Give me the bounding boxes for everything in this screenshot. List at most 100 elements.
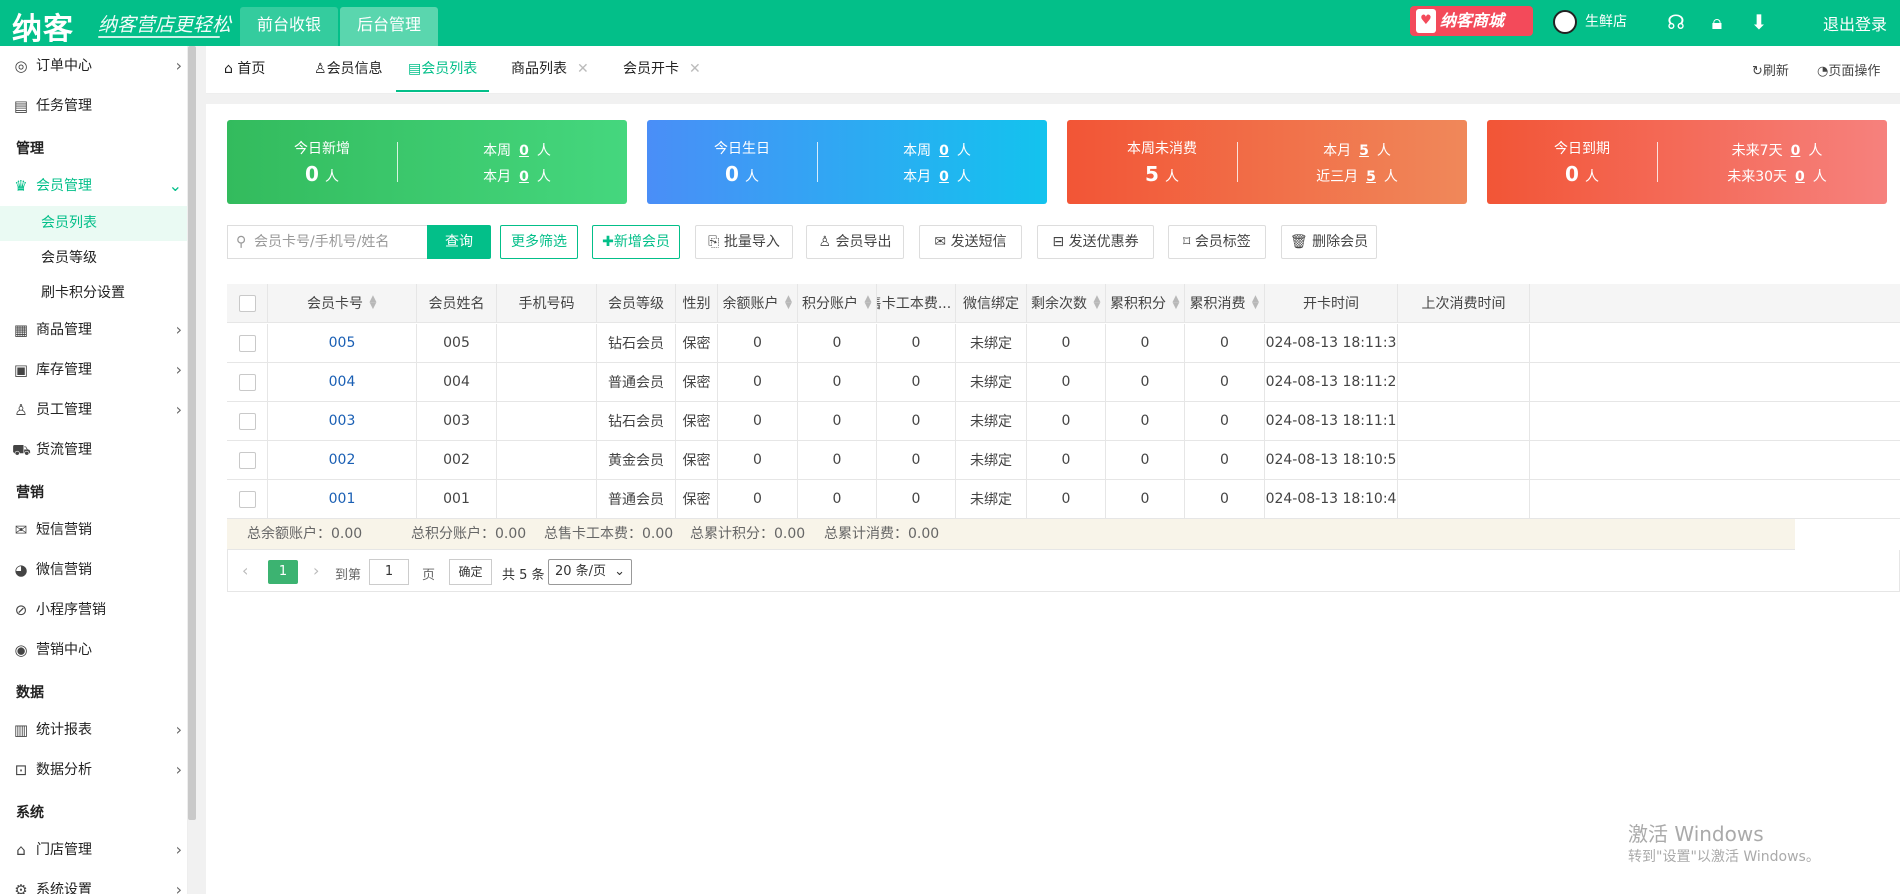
- trash-icon: 🗑︎: [1289, 234, 1313, 250]
- table-cell: 0: [798, 363, 877, 401]
- card-row-value[interactable]: 5: [1359, 143, 1369, 159]
- column-header[interactable]: 累积消费 ▲ ▼: [1185, 284, 1265, 322]
- next-page-icon[interactable]: ›: [313, 561, 319, 580]
- page-1-button[interactable]: 1: [268, 560, 298, 584]
- sidebar-item-wechat[interactable]: ◕ 微信营销: [0, 552, 187, 588]
- add-member-button[interactable]: ✚新增会员: [592, 225, 680, 259]
- sidebar-item-sms[interactable]: ✉ 短信营销: [0, 512, 187, 548]
- windows-activation-watermark: 激活 Windows: [1628, 822, 1764, 846]
- table-cell: 0: [718, 363, 798, 401]
- member-card-link[interactable]: 001: [329, 491, 356, 507]
- page-ops-button[interactable]: ◔页面操作: [1817, 60, 1880, 79]
- sidebar-sub-member-levels[interactable]: 会员等级: [0, 241, 187, 276]
- member-card-link[interactable]: 004: [329, 374, 356, 390]
- sort-icon[interactable]: ▲ ▼: [369, 295, 377, 311]
- sidebar-sub-member-list[interactable]: 会员列表: [0, 206, 187, 241]
- sidebar-item-stores[interactable]: ⌂ 门店管理 ›: [0, 832, 187, 868]
- search-input[interactable]: ⚲ 会员卡号/手机号/姓名: [227, 225, 427, 259]
- goto-confirm-button[interactable]: 确定: [449, 559, 492, 585]
- sidebar-item-marketing-center[interactable]: ◉ 营销中心: [0, 632, 187, 668]
- page-unit-label: 页: [422, 568, 436, 583]
- slogan: 纳客营店更轻松: [98, 14, 232, 36]
- mall-button[interactable]: ♥ 纳客商城: [1410, 6, 1533, 36]
- column-header[interactable]: 累积积分 ▲ ▼: [1106, 284, 1185, 322]
- page-number-input[interactable]: 1: [369, 559, 409, 585]
- sidebar-sub-card-points[interactable]: 刷卡积分设置: [0, 276, 187, 311]
- column-header[interactable]: 剩余次数 ▲ ▼: [1027, 284, 1106, 322]
- page-size-select[interactable]: 20 条/页 ⌄: [548, 559, 632, 585]
- row-checkbox[interactable]: [238, 373, 256, 391]
- sidebar-item-reports[interactable]: ▥ 统计报表 ›: [0, 712, 187, 748]
- row-checkbox[interactable]: [238, 412, 256, 430]
- cell-value: 0: [832, 413, 842, 429]
- sidebar-item-orders[interactable]: ◎ 订单中心 ›: [0, 48, 187, 84]
- refresh-button[interactable]: ↻刷新: [1752, 60, 1789, 79]
- query-button[interactable]: 查询: [427, 225, 491, 259]
- card-divider: [1657, 142, 1658, 182]
- sort-icon[interactable]: ▲ ▼: [785, 295, 793, 311]
- sidebar-item-members[interactable]: ♛ 会员管理 ⌄: [0, 168, 187, 204]
- truck-icon: ⛟: [12, 441, 31, 459]
- card-row-value[interactable]: 0: [939, 169, 949, 185]
- tab-label: 会员开卡: [623, 61, 679, 77]
- batch-import-button[interactable]: ⎘ 批量导入: [695, 225, 793, 259]
- headset-icon[interactable]: ☊: [1665, 11, 1687, 33]
- sidebar-item-tasks[interactable]: ▤ 任务管理: [0, 88, 187, 124]
- sidebar-item-staff[interactable]: ♙ 员工管理 ›: [0, 392, 187, 428]
- row-checkbox[interactable]: [238, 451, 256, 469]
- column-header[interactable]: 售卡工本费...▲▼: [877, 284, 956, 322]
- column-header[interactable]: 余额账户 ▲ ▼: [718, 284, 798, 322]
- member-card-link[interactable]: 003: [329, 413, 356, 429]
- column-header[interactable]: 会员卡号 ▲ ▼: [268, 284, 417, 322]
- nav-backend[interactable]: 后台管理: [340, 7, 439, 46]
- sort-icon[interactable]: ▲ ▼: [1093, 295, 1101, 311]
- sort-icon[interactable]: ▲ ▼: [1172, 295, 1180, 311]
- more-filter-button[interactable]: 更多筛选: [500, 225, 578, 259]
- sidebar-scrollbar[interactable]: [188, 46, 196, 820]
- sidebar-item-inventory[interactable]: ▣ 库存管理 ›: [0, 352, 187, 388]
- table-cell: 0: [798, 402, 877, 440]
- tab-product-list[interactable]: 商品列表 ✕: [499, 46, 601, 92]
- logout-link[interactable]: 退出登录: [1823, 11, 1887, 35]
- sidebar-item-products[interactable]: ▦ 商品管理 ›: [0, 312, 187, 348]
- card-row-value[interactable]: 5: [1366, 169, 1376, 185]
- send-coupon-button[interactable]: ⊟ 发送优惠券: [1037, 225, 1154, 259]
- card-row-value[interactable]: 0: [519, 143, 529, 159]
- sort-icon[interactable]: ▲ ▼: [864, 295, 872, 311]
- card-count: 0人: [647, 162, 837, 186]
- member-card-link[interactable]: 005: [329, 335, 356, 351]
- target-icon: ◉: [14, 641, 28, 659]
- column-header[interactable]: 积分账户 ▲ ▼: [798, 284, 877, 322]
- card-row-value[interactable]: 0: [939, 143, 949, 159]
- table-cell: [497, 441, 597, 479]
- card-row-value[interactable]: 0: [1791, 143, 1801, 159]
- user-menu[interactable]: 生鲜店: [1553, 9, 1627, 35]
- column-header-label: 微信绑定: [963, 296, 1019, 312]
- tab-member-list[interactable]: ▤会员列表: [396, 46, 490, 92]
- sidebar-item-miniapp[interactable]: ⊘ 小程序营销: [0, 592, 187, 628]
- row-checkbox[interactable]: [238, 490, 256, 508]
- close-icon[interactable]: ✕: [689, 61, 701, 77]
- delete-member-button[interactable]: 🗑︎ 删除会员: [1281, 225, 1377, 259]
- row-checkbox[interactable]: [238, 334, 256, 352]
- tab-member-open-card[interactable]: 会员开卡 ✕: [611, 46, 713, 92]
- member-card-link[interactable]: 002: [329, 452, 356, 468]
- card-row-value[interactable]: 0: [519, 169, 529, 185]
- card-row-value[interactable]: 0: [1795, 169, 1805, 185]
- nav-frontdesk[interactable]: 前台收银: [240, 7, 339, 46]
- send-sms-button[interactable]: ✉ 发送短信: [919, 225, 1022, 259]
- export-button[interactable]: ♙ 会员导出: [806, 225, 904, 259]
- tab-home[interactable]: ⌂ 首页: [212, 46, 277, 92]
- member-tags-button[interactable]: ⌑ 会员标签: [1168, 225, 1266, 259]
- select-all-checkbox[interactable]: [238, 294, 256, 312]
- sidebar-item-analysis[interactable]: ⊡ 数据分析 ›: [0, 752, 187, 788]
- sort-icon[interactable]: ▲ ▼: [1252, 295, 1260, 311]
- sidebar-item-settings[interactable]: ⚙ 系统设置 ›: [0, 872, 187, 894]
- download-icon[interactable]: ⬇: [1748, 11, 1770, 33]
- tab-member-info[interactable]: ♙会员信息: [302, 46, 395, 92]
- sidebar-item-logistics[interactable]: ⛟ 货流管理: [0, 432, 187, 468]
- prev-page-icon[interactable]: ‹: [242, 561, 248, 580]
- close-icon[interactable]: ✕: [577, 61, 589, 77]
- windows-activation-hint: 转到"设置"以激活 Windows。: [1628, 849, 1820, 865]
- lock-icon[interactable]: 🔒︎: [1706, 11, 1728, 33]
